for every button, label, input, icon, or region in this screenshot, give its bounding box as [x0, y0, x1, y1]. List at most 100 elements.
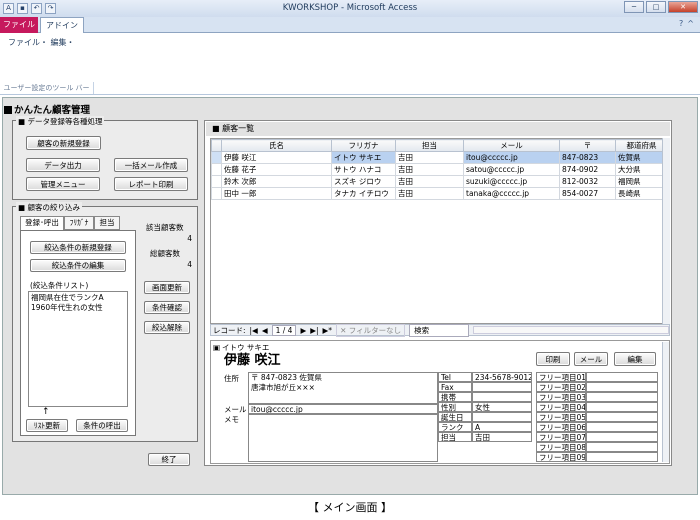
table-cell[interactable]: タナカ イチロウ: [331, 187, 396, 200]
table-cell[interactable]: 874-0902: [559, 163, 616, 176]
mail-field[interactable]: itou@ccccc.jp: [248, 404, 438, 414]
table-cell[interactable]: suzuki@ccccc.jp: [463, 175, 560, 188]
column-header[interactable]: 氏名: [221, 139, 332, 152]
last-record-icon[interactable]: ▶|: [310, 326, 318, 335]
customer-grid[interactable]: 氏名 フリガナ 担当 メール 〒 都道府県 伊藤 咲江 イトウ サキエ 吉田 i…: [210, 138, 670, 324]
field-value[interactable]: 234-5678-9012: [472, 372, 532, 382]
row-selector[interactable]: [211, 151, 222, 164]
free-item-value[interactable]: [586, 412, 658, 422]
free-item-value[interactable]: [586, 422, 658, 432]
free-item-value[interactable]: [586, 432, 658, 442]
detail-scrollbar[interactable]: [662, 342, 669, 462]
prev-record-icon[interactable]: ◀: [262, 326, 268, 335]
table-cell[interactable]: 吉田: [395, 163, 464, 176]
table-cell[interactable]: 854-0027: [559, 187, 616, 200]
next-record-icon[interactable]: ▶: [300, 326, 306, 335]
free-item-value[interactable]: [586, 382, 658, 392]
record-selector-icon[interactable]: ▣: [213, 343, 220, 352]
column-header[interactable]: 担当: [395, 139, 464, 152]
table-cell[interactable]: 佐藤 花子: [221, 163, 332, 176]
table-row[interactable]: 鈴木 次郎 スズキ ジロウ 吉田 suzuki@ccccc.jp 812-003…: [211, 175, 668, 188]
new-condition-button[interactable]: 絞込条件の新規登録: [30, 241, 126, 254]
table-cell[interactable]: 長崎県: [615, 187, 668, 200]
table-cell[interactable]: 大分県: [615, 163, 668, 176]
ribbon-menu[interactable]: ファイル・ 編集・: [8, 37, 75, 48]
maximize-icon[interactable]: □: [646, 1, 666, 13]
condition-list[interactable]: 福岡県在住でランクA 1960年代生れの女性: [28, 291, 128, 407]
data-output-button[interactable]: データ出力: [26, 158, 100, 172]
table-cell[interactable]: イトウ サキエ: [331, 151, 396, 164]
table-row[interactable]: 田中 一郎 タナカ イチロウ 吉田 tanaka@ccccc.jp 854-00…: [211, 187, 668, 200]
filter-status[interactable]: ✕ フィルターなし: [336, 323, 406, 337]
tab-addin[interactable]: アドイン: [40, 17, 84, 34]
table-cell[interactable]: スズキ ジロウ: [331, 175, 396, 188]
search-input[interactable]: 検索: [409, 323, 470, 337]
table-cell[interactable]: 伊藤 咲江: [221, 151, 332, 164]
exit-button[interactable]: 終了: [148, 453, 190, 466]
minimize-ribbon-icon[interactable]: ^: [687, 19, 694, 28]
column-header[interactable]: 〒: [559, 139, 616, 152]
free-item-value[interactable]: [586, 372, 658, 382]
table-cell[interactable]: itou@ccccc.jp: [463, 151, 560, 164]
list-item[interactable]: 1960年代生れの女性: [31, 303, 125, 313]
help-icon[interactable]: ?: [679, 19, 683, 28]
field-value[interactable]: A: [472, 422, 532, 432]
tab-register-call[interactable]: 登録･呼出: [20, 216, 64, 230]
field-value[interactable]: [472, 392, 532, 402]
screen-refresh-button[interactable]: 画面更新: [144, 281, 190, 294]
admin-menu-button[interactable]: 管理メニュー: [26, 177, 100, 191]
table-cell[interactable]: 吉田: [395, 175, 464, 188]
column-header[interactable]: 都道府県: [615, 139, 668, 152]
table-cell[interactable]: 鈴木 次郎: [221, 175, 332, 188]
bulk-mail-button[interactable]: 一括メール作成: [114, 158, 188, 172]
table-cell[interactable]: satou@ccccc.jp: [463, 163, 560, 176]
tab-furigana[interactable]: ﾌﾘｶﾞﾅ: [64, 216, 94, 230]
table-cell[interactable]: 吉田: [395, 151, 464, 164]
print-button[interactable]: 印刷: [536, 352, 570, 366]
field-value[interactable]: 女性: [472, 402, 532, 412]
tab-file[interactable]: ファイル: [0, 17, 38, 33]
condition-check-button[interactable]: 条件確認: [144, 301, 190, 314]
table-cell[interactable]: 吉田: [395, 187, 464, 200]
row-selector[interactable]: [211, 175, 222, 188]
row-selector-header[interactable]: [211, 139, 222, 152]
edit-button[interactable]: 編集: [614, 352, 656, 366]
refresh-list-button[interactable]: ﾘｽﾄ更新: [26, 419, 68, 432]
clear-filter-button[interactable]: 絞込解除: [144, 321, 190, 334]
field-value[interactable]: 吉田: [472, 432, 532, 442]
free-item-value[interactable]: [586, 442, 658, 452]
first-record-icon[interactable]: |◀: [250, 326, 258, 335]
free-item-value[interactable]: [586, 402, 658, 412]
tab-staff[interactable]: 担当: [94, 216, 120, 230]
table-cell[interactable]: 847-0823: [559, 151, 616, 164]
list-item[interactable]: 福岡県在住でランクA: [31, 293, 125, 303]
table-cell[interactable]: 812-0032: [559, 175, 616, 188]
row-selector[interactable]: [211, 163, 222, 176]
table-row[interactable]: 佐藤 花子 サトウ ハナコ 吉田 satou@ccccc.jp 874-0902…: [211, 163, 668, 176]
free-item-value[interactable]: [586, 452, 658, 462]
column-header[interactable]: フリガナ: [331, 139, 396, 152]
free-item-value[interactable]: [586, 392, 658, 402]
field-value[interactable]: [472, 412, 532, 422]
table-cell[interactable]: 佐賀県: [615, 151, 668, 164]
table-cell[interactable]: 福岡県: [615, 175, 668, 188]
close-icon[interactable]: ✕: [668, 1, 698, 13]
column-header[interactable]: メール: [463, 139, 560, 152]
table-cell[interactable]: 田中 一郎: [221, 187, 332, 200]
table-cell[interactable]: tanaka@ccccc.jp: [463, 187, 560, 200]
mail-button[interactable]: メール: [574, 352, 608, 366]
call-condition-button[interactable]: 条件の呼出: [76, 419, 128, 432]
minimize-icon[interactable]: ─: [624, 1, 644, 13]
horizontal-scrollbar[interactable]: [473, 326, 669, 334]
grid-scrollbar[interactable]: [662, 138, 670, 324]
row-selector[interactable]: [211, 187, 222, 200]
table-cell[interactable]: サトウ ハナコ: [331, 163, 396, 176]
address-field[interactable]: 〒 847-0823 佐賀県 唐津市旭が丘×××: [248, 372, 438, 404]
new-record-icon[interactable]: ▶*: [323, 326, 333, 335]
edit-condition-button[interactable]: 絞込条件の編集: [30, 259, 126, 272]
report-print-button[interactable]: レポート印刷: [114, 177, 188, 191]
table-row[interactable]: 伊藤 咲江 イトウ サキエ 吉田 itou@ccccc.jp 847-0823 …: [211, 151, 668, 164]
field-value[interactable]: [472, 382, 532, 392]
new-customer-button[interactable]: 顧客の新規登録: [26, 136, 101, 150]
memo-field[interactable]: [248, 414, 438, 462]
